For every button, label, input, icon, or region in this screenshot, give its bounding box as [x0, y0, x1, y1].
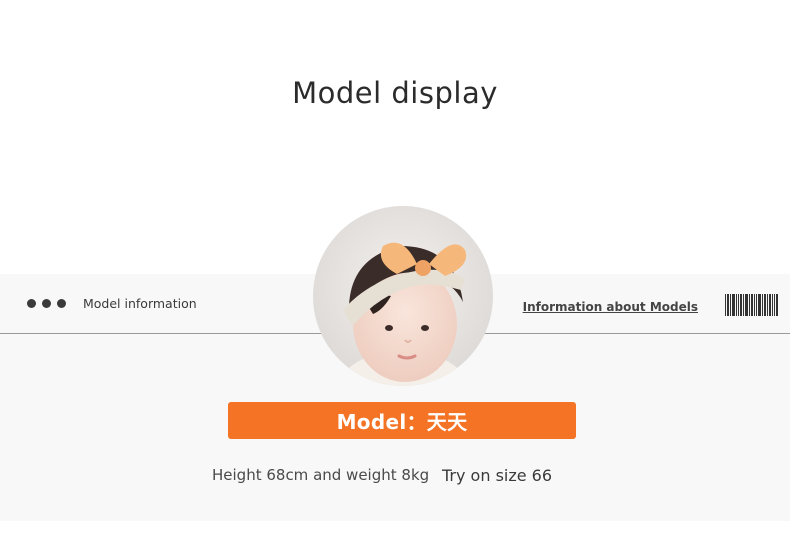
model-avatar — [313, 206, 493, 386]
model-photo — [313, 206, 493, 386]
dot — [42, 299, 51, 308]
page-title: Model display — [292, 76, 498, 110]
try-on-size: Try on size 66 — [442, 466, 553, 485]
barcode-icon — [725, 294, 778, 316]
dot — [57, 299, 66, 308]
model-information-label: Model information — [83, 296, 197, 311]
three-dots-icon — [27, 299, 66, 308]
model-height-weight: Height 68cm and weight 8kg — [212, 466, 430, 484]
model-name-banner: Model：天天 — [228, 402, 576, 439]
information-about-models-label: Information about Models — [522, 300, 698, 314]
dot — [27, 299, 36, 308]
